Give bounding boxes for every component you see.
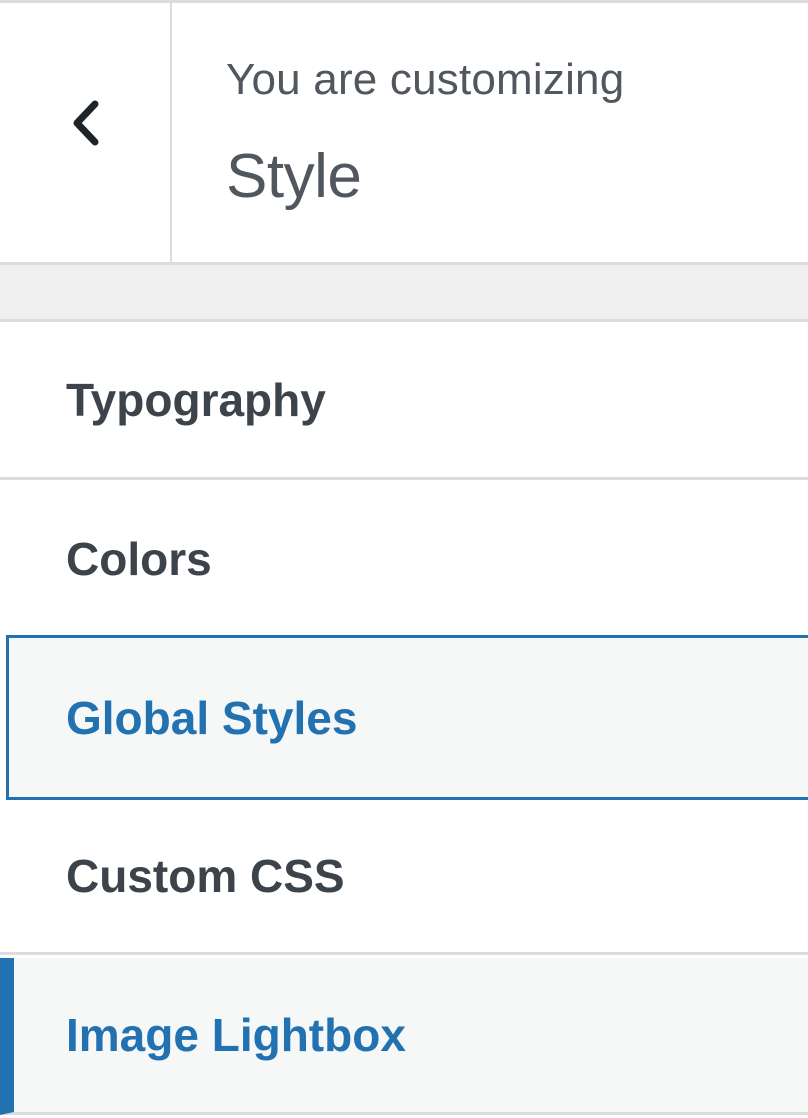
customizer-section-header: You are customizing Style [0,3,808,262]
menu-item-label: Custom CSS [66,850,345,902]
menu-item-custom-css[interactable]: Custom CSS [0,800,808,955]
menu-item-global-styles[interactable]: Global Styles [6,635,808,800]
menu-item-label: Global Styles [66,691,358,744]
section-title: Style [226,142,362,211]
back-button[interactable] [0,3,172,262]
customizing-label: You are customizing [226,55,625,104]
chevron-left-icon [73,100,99,145]
menu-item-colors[interactable]: Colors [0,483,808,635]
menu-item-image-lightbox[interactable]: Image Lightbox [0,958,808,1115]
menu-item-label: Image Lightbox [66,1009,406,1061]
menu-item-typography[interactable]: Typography [0,322,808,480]
section-title-block: You are customizing Style [226,3,808,262]
menu-item-label: Typography [66,373,326,426]
menu-item-label: Colors [66,533,212,585]
section-spacer [0,265,808,319]
